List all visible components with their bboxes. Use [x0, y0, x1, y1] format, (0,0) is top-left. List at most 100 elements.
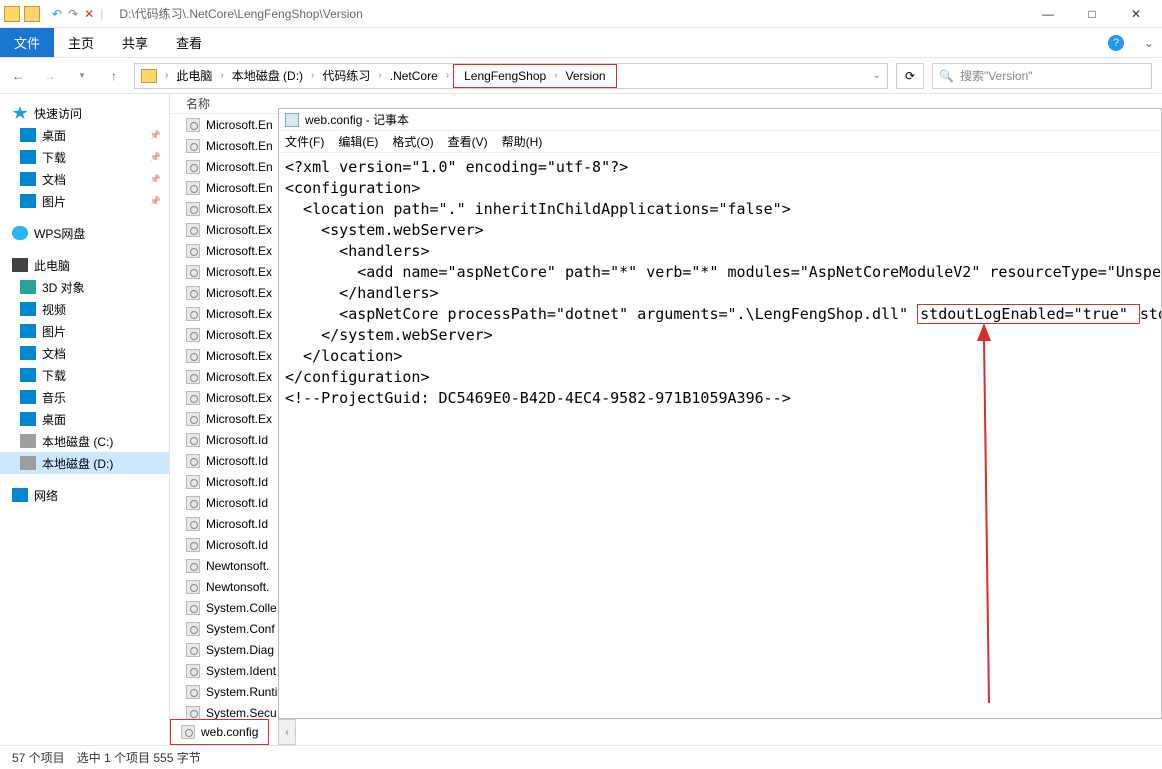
- 3d-icon: [20, 280, 36, 294]
- file-name: Microsoft.Ex: [206, 286, 272, 300]
- sidebar-item-music[interactable]: 音乐: [0, 386, 169, 408]
- config-file-icon: [186, 475, 200, 489]
- help-button[interactable]: ?: [1096, 28, 1136, 57]
- scroll-left-button[interactable]: ‹: [278, 719, 296, 745]
- maximize-button[interactable]: □: [1070, 0, 1114, 28]
- config-file-icon: [186, 202, 200, 216]
- video-icon: [20, 302, 36, 316]
- sidebar-label: 3D 对象: [42, 279, 85, 296]
- sidebar-wps[interactable]: WPS网盘: [0, 222, 169, 244]
- sidebar-item-documents[interactable]: 文档: [0, 342, 169, 364]
- sidebar-item-videos[interactable]: 视频: [0, 298, 169, 320]
- crumb-folder[interactable]: 代码练习: [318, 65, 374, 86]
- pc-icon: [12, 258, 28, 272]
- sidebar-item-3d[interactable]: 3D 对象: [0, 276, 169, 298]
- menu-format[interactable]: 格式(O): [392, 133, 433, 150]
- sidebar-item-pictures[interactable]: 图片: [0, 320, 169, 342]
- file-name: Microsoft.Ex: [206, 223, 272, 237]
- config-file-icon: [186, 349, 200, 363]
- sidebar-item-desktop[interactable]: 桌面: [0, 124, 169, 146]
- tab-share[interactable]: 共享: [108, 28, 162, 57]
- search-placeholder: 搜索"Version": [960, 67, 1033, 84]
- cloud-icon: [12, 226, 28, 240]
- code-line: <handlers>: [285, 242, 430, 260]
- sidebar-quick-access[interactable]: 快速访问: [0, 102, 169, 124]
- file-name: Microsoft.Ex: [206, 412, 272, 426]
- menu-view[interactable]: 查看(V): [448, 133, 488, 150]
- sidebar-label: 桌面: [42, 127, 66, 144]
- tab-file[interactable]: 文件: [0, 28, 54, 57]
- code-line: </configuration>: [285, 368, 430, 386]
- picture-icon: [20, 324, 36, 338]
- breadcrumb[interactable]: › 此电脑 › 本地磁盘 (D:) › 代码练习 › .NetCore › Le…: [134, 63, 888, 89]
- file-name: Microsoft.Ex: [206, 202, 272, 216]
- selected-file-label: web.config: [201, 725, 258, 739]
- search-input[interactable]: 🔍 搜索"Version": [932, 63, 1152, 89]
- tab-home[interactable]: 主页: [54, 28, 108, 57]
- sidebar-item-pictures[interactable]: 图片: [0, 190, 169, 212]
- crumb-folder[interactable]: Version: [562, 67, 610, 85]
- config-file-icon: [186, 643, 200, 657]
- crumb-folder[interactable]: .NetCore: [386, 67, 442, 85]
- sidebar-network[interactable]: 网络: [0, 484, 169, 506]
- breadcrumb-dropdown-icon[interactable]: ⌄: [873, 70, 881, 81]
- desktop-icon: [20, 128, 36, 142]
- ribbon-expand-icon[interactable]: ⌄: [1136, 28, 1162, 57]
- file-name: Microsoft.En: [206, 160, 273, 174]
- forward-button[interactable]: →: [38, 64, 62, 88]
- file-name: Microsoft.Id: [206, 496, 268, 510]
- drive-icon: [20, 456, 36, 470]
- download-icon: [20, 368, 36, 382]
- file-name: Microsoft.Id: [206, 433, 268, 447]
- file-name: System.Secu: [206, 706, 277, 720]
- sidebar-item-drive-c[interactable]: 本地磁盘 (C:): [0, 430, 169, 452]
- close-button[interactable]: ✕: [1114, 0, 1158, 28]
- annotation-arrow: [969, 323, 1009, 703]
- sidebar-label: 图片: [42, 323, 66, 340]
- minimize-button[interactable]: —: [1026, 0, 1070, 28]
- drive-icon: [20, 434, 36, 448]
- menu-file[interactable]: 文件(F): [285, 133, 324, 150]
- file-name: Microsoft.Ex: [206, 307, 272, 321]
- file-name: Microsoft.Ex: [206, 391, 272, 405]
- folder-icon: [24, 6, 40, 22]
- code-line: </system.webServer>: [285, 326, 493, 344]
- tab-view[interactable]: 查看: [162, 28, 216, 57]
- sidebar-item-downloads[interactable]: 下载: [0, 146, 169, 168]
- sidebar-this-pc[interactable]: 此电脑: [0, 254, 169, 276]
- config-file-icon: [186, 601, 200, 615]
- menu-help[interactable]: 帮助(H): [502, 133, 543, 150]
- config-file-icon: [186, 181, 200, 195]
- refresh-button[interactable]: ⟳: [896, 63, 924, 89]
- code-line: <add name="aspNetCore" path="*" verb="*"…: [285, 263, 1161, 281]
- sidebar-item-downloads[interactable]: 下载: [0, 364, 169, 386]
- file-name: Microsoft.Ex: [206, 265, 272, 279]
- undo-icon[interactable]: ↶: [52, 7, 62, 21]
- redo-icon[interactable]: ↷: [68, 7, 78, 21]
- config-file-icon: [186, 664, 200, 678]
- delete-icon[interactable]: ✕: [84, 7, 94, 21]
- history-dropdown[interactable]: ▾: [70, 64, 94, 88]
- window-titlebar: ↶ ↷ ✕ | D:\代码练习\.NetCore\LengFengShop\Ve…: [0, 0, 1162, 28]
- config-file-icon: [186, 223, 200, 237]
- document-icon: [20, 346, 36, 360]
- sidebar-item-desktop[interactable]: 桌面: [0, 408, 169, 430]
- selected-file-tab[interactable]: web.config: [170, 719, 269, 745]
- menu-edit[interactable]: 编辑(E): [338, 133, 378, 150]
- sidebar-item-documents[interactable]: 文档: [0, 168, 169, 190]
- crumb-folder[interactable]: LengFengShop: [460, 67, 550, 85]
- download-icon: [20, 150, 36, 164]
- code-line: <configuration>: [285, 179, 420, 197]
- crumb-pc[interactable]: 此电脑: [172, 65, 216, 86]
- sidebar-label: 视频: [42, 301, 66, 318]
- notepad-text-area[interactable]: <?xml version="1.0" encoding="utf-8"?> <…: [279, 153, 1161, 718]
- ribbon-tabs: 文件 主页 共享 查看 ? ⌄: [0, 28, 1162, 58]
- up-button[interactable]: ↑: [102, 64, 126, 88]
- back-button[interactable]: ←: [6, 64, 30, 88]
- sidebar-item-drive-d[interactable]: 本地磁盘 (D:): [0, 452, 169, 474]
- config-file-icon: [186, 517, 200, 531]
- crumb-drive[interactable]: 本地磁盘 (D:): [228, 65, 307, 86]
- file-name: System.Conf: [206, 622, 275, 636]
- file-name: Microsoft.Id: [206, 475, 268, 489]
- code-line: <!--ProjectGuid: DC5469E0-B42D-4EC4-9582…: [285, 389, 791, 407]
